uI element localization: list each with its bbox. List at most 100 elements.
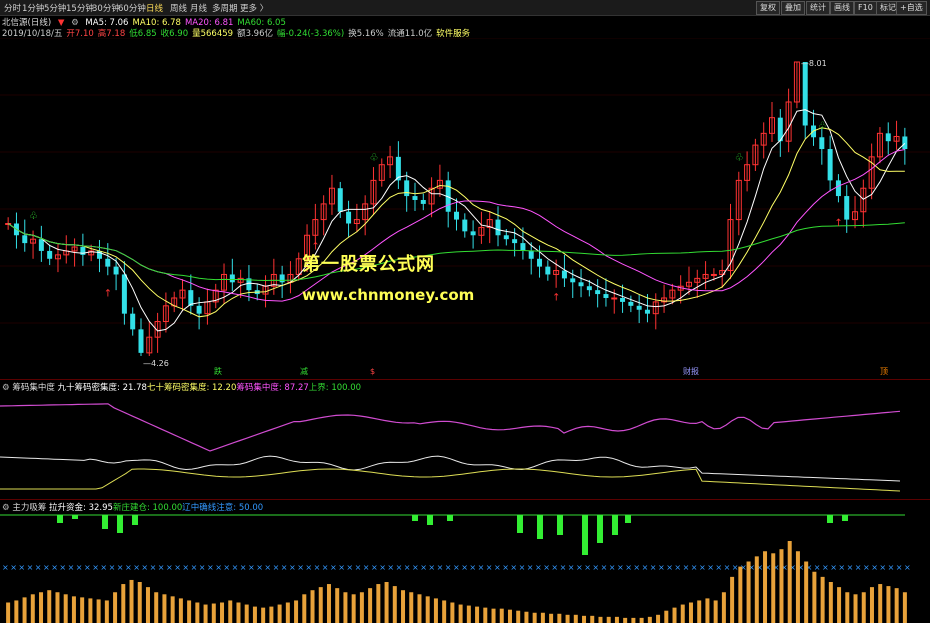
capital-bar (220, 602, 225, 623)
period-tab[interactable]: 分时 (4, 2, 21, 14)
capital-bar (713, 600, 718, 623)
alert-marker: × (240, 563, 247, 572)
alert-marker: × (166, 563, 173, 572)
capital-bar (30, 594, 35, 623)
alert-marker: × (863, 563, 870, 572)
event-marker: 跌 (214, 366, 222, 376)
capital-bar (318, 587, 323, 623)
alert-marker: × (330, 563, 337, 572)
candle-body (130, 313, 136, 330)
period-tab[interactable]: 60分钟 (118, 2, 146, 14)
alert-marker: × (617, 563, 624, 572)
capital-bar (343, 592, 348, 623)
candle-body (196, 305, 202, 314)
alert-marker: × (519, 563, 526, 572)
alert-marker: × (379, 563, 386, 572)
candle-body (819, 137, 825, 150)
candle-body (105, 258, 111, 267)
capital-bar (771, 553, 776, 623)
period-tab[interactable]: 周线 (170, 2, 187, 14)
capital-bar (524, 611, 529, 623)
alert-marker: × (264, 563, 271, 572)
candle-body (595, 290, 601, 295)
alert-marker: × (404, 563, 411, 572)
candle-body (835, 180, 841, 197)
capital-bar (154, 592, 159, 623)
capital-bar (837, 587, 842, 623)
capital-bar (195, 602, 200, 623)
panel1-settings-icon[interactable]: ⚙ (2, 383, 10, 393)
capital-bar (902, 592, 907, 623)
period-tab[interactable]: 月线 (190, 2, 207, 14)
alert-marker: × (453, 563, 460, 572)
candle-body (520, 243, 526, 251)
candle-body (503, 235, 509, 240)
candlestick-chart[interactable]: —8.01—4.26↑↑↑↑♧♧ ♧♧跌减 $ 财报顶 (0, 38, 930, 380)
capital-bar (812, 571, 817, 623)
period-tab[interactable]: 30分钟 (92, 2, 120, 14)
alert-marker: × (248, 563, 255, 572)
candle-body (420, 199, 426, 204)
alert-marker: × (510, 563, 517, 572)
capital-bar (820, 576, 825, 623)
capital-bar (104, 600, 109, 623)
alert-marker: × (896, 563, 903, 572)
capital-bar (121, 584, 126, 623)
capital-bar (688, 602, 693, 623)
alert-marker: × (707, 563, 714, 572)
alert-marker: × (535, 563, 542, 572)
capital-bar (598, 616, 603, 623)
capital-bar (779, 549, 784, 623)
alert-marker: × (199, 563, 206, 572)
toolbar-button[interactable]: +自选 (896, 1, 927, 15)
alert-marker: × (601, 563, 608, 572)
inflow-bar (132, 515, 138, 525)
candle-body (611, 297, 618, 300)
alert-marker: × (92, 563, 99, 572)
alert-marker: × (338, 563, 345, 572)
capital-bar (39, 592, 44, 623)
alert-marker: × (666, 563, 673, 572)
chip-concentration-chart[interactable] (0, 393, 930, 498)
capital-bar (894, 588, 899, 623)
alert-marker: × (683, 563, 690, 572)
alert-marker: × (322, 563, 329, 572)
high-price-label: —8.01 (801, 59, 827, 68)
candle-body (644, 309, 650, 314)
candle-body (462, 219, 468, 232)
alert-marker: × (150, 563, 157, 572)
alert-marker: × (527, 563, 534, 572)
capital-bar (738, 566, 743, 623)
period-tab[interactable]: 15分钟 (66, 2, 94, 14)
panel-divider (0, 379, 930, 380)
period-tab[interactable]: 更多 〉 (240, 2, 268, 14)
period-tab[interactable]: 日线 (146, 2, 163, 14)
inflow-bar (517, 515, 523, 533)
toolbar-button[interactable]: 统计 (806, 1, 830, 15)
capital-bar (804, 561, 809, 623)
toolbar-button[interactable]: 叠加 (781, 1, 805, 15)
main-force-chart[interactable]: × × × × × × × × × × × × × × × × × × × × × × × × × × × × × × × × × × × × × × × ×… (0, 512, 930, 623)
alert-marker: × (314, 563, 321, 572)
toolbar-button[interactable]: F10 (854, 1, 877, 15)
capital-bar (491, 608, 496, 623)
period-tab[interactable]: 1分钟 (22, 2, 44, 14)
period-tab[interactable]: 5分钟 (44, 2, 66, 14)
panel1-name[interactable]: 筹码集中度 (12, 383, 55, 393)
alert-marker: × (51, 563, 58, 572)
capital-bar (384, 582, 389, 623)
capital-bar (285, 602, 290, 623)
alert-marker: × (35, 563, 42, 572)
period-tab[interactable]: 多周期 (212, 2, 238, 14)
alert-marker: × (191, 563, 198, 572)
capital-bar (162, 594, 167, 623)
period-toolbar: 分时 1分钟 5分钟 15分钟 30分钟 60分钟 日线 周线 月线 多周期 更多 〉 复权 叠加 统计画… (0, 0, 930, 16)
sell-arrow-icon: ♧ (369, 152, 378, 163)
alert-marker: × (68, 563, 75, 572)
alert-marker: × (888, 563, 895, 572)
toolbar-button[interactable]: 复权 (756, 1, 780, 15)
alert-marker: × (305, 563, 312, 572)
capital-bar (6, 602, 11, 623)
toolbar-button[interactable]: 画线 (830, 1, 854, 15)
capital-bar (573, 614, 578, 623)
